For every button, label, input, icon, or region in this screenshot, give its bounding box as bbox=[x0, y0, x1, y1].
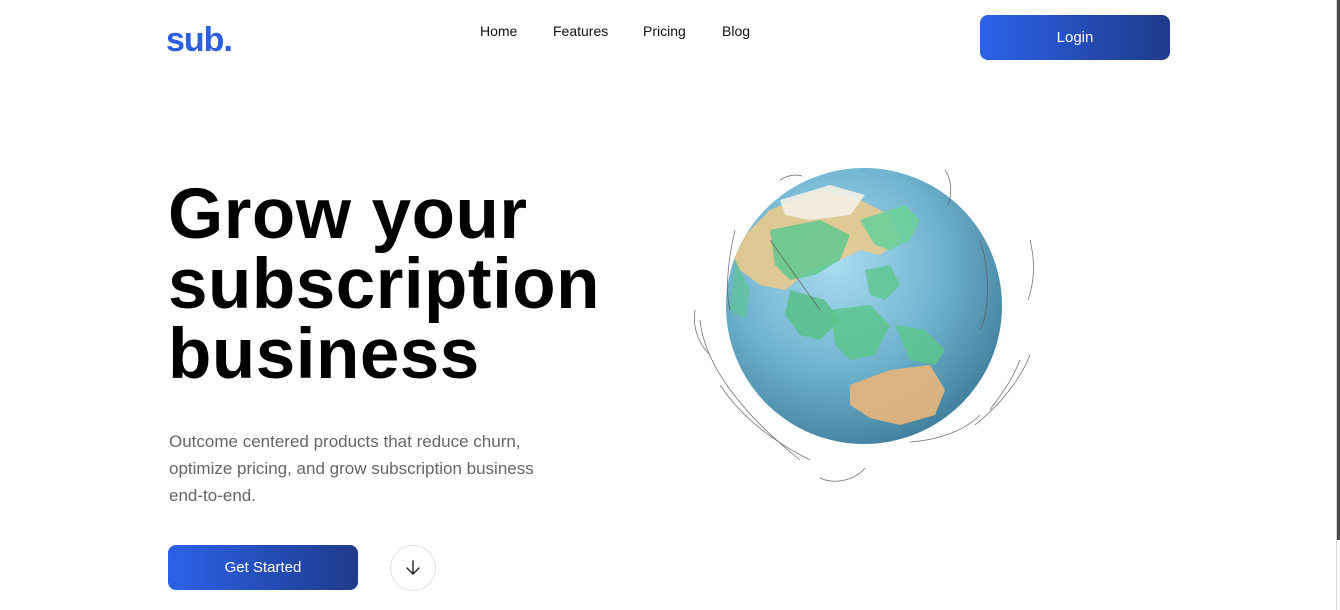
hero-title: Grow your subscription business bbox=[168, 175, 688, 394]
hero-subtitle-line: optimize pricing, and grow subscription … bbox=[169, 459, 534, 478]
logo[interactable]: sub. bbox=[166, 22, 233, 58]
nav-link-blog[interactable]: Blog bbox=[722, 23, 750, 39]
hero-subtitle-line: end-to-end. bbox=[169, 486, 256, 505]
hero-title-line: Grow your bbox=[168, 175, 528, 254]
hero-subtitle: Outcome centered products that reduce ch… bbox=[169, 428, 589, 509]
scrollbar-track[interactable] bbox=[1336, 0, 1340, 610]
nav-link-features[interactable]: Features bbox=[553, 23, 608, 39]
globe-icon bbox=[693, 156, 1034, 482]
login-button[interactable]: Login bbox=[980, 15, 1170, 60]
hero-subtitle-line: Outcome centered products that reduce ch… bbox=[169, 432, 521, 451]
hero-title-line: business bbox=[168, 315, 480, 394]
get-started-button[interactable]: Get Started bbox=[168, 545, 358, 590]
scroll-down-button[interactable] bbox=[390, 545, 436, 591]
nav-link-pricing[interactable]: Pricing bbox=[643, 23, 686, 39]
nav-link-home[interactable]: Home bbox=[480, 23, 517, 39]
arrow-down-icon bbox=[406, 560, 420, 575]
hero-title-line: subscription bbox=[168, 245, 601, 324]
globe-illustration bbox=[690, 156, 1040, 490]
